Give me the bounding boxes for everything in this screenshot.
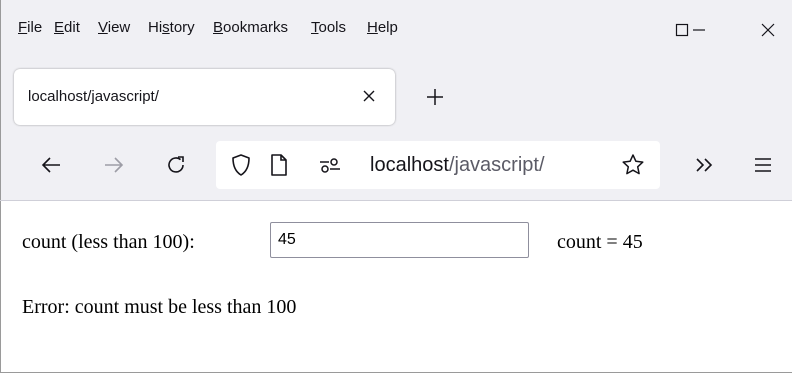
menu-bar: File Edit View History Bookmarks Tools H… xyxy=(1,0,792,62)
url-bar[interactable]: localhost/javascript/ xyxy=(216,141,660,189)
bookmark-star-icon xyxy=(622,154,644,175)
menu-history[interactable]: History xyxy=(148,19,195,37)
overflow-chevrons-icon xyxy=(696,158,713,172)
menu-view[interactable]: View xyxy=(98,19,130,37)
reload-icon xyxy=(168,156,184,173)
tab-active[interactable]: localhost/javascript/ xyxy=(14,69,395,125)
hamburger-menu-icon xyxy=(755,158,771,172)
app-menu-button[interactable] xyxy=(745,147,781,183)
shield-icon xyxy=(232,154,250,176)
menu-file[interactable]: File xyxy=(18,19,42,37)
menu-edit[interactable]: Edit xyxy=(54,19,80,37)
permissions-icon xyxy=(320,158,340,173)
reload-button[interactable] xyxy=(158,147,194,183)
url-text: localhost/javascript/ xyxy=(370,154,545,176)
count-input[interactable]: 45 xyxy=(270,222,529,258)
menu-tools[interactable]: Tools xyxy=(311,19,346,37)
plus-icon xyxy=(427,89,443,105)
bookmark-star-button[interactable] xyxy=(621,153,645,177)
back-button[interactable] xyxy=(33,147,69,183)
back-icon xyxy=(41,157,60,173)
new-tab-button[interactable] xyxy=(420,82,450,112)
forward-icon xyxy=(105,157,124,173)
tab-title: localhost/javascript/ xyxy=(28,88,159,105)
permissions-button[interactable] xyxy=(318,156,342,174)
page-content: count (less than 100): 45 count = 45 Err… xyxy=(1,201,792,372)
error-message: Error: count must be less than 100 xyxy=(22,296,297,318)
menu-help[interactable]: Help xyxy=(367,19,398,37)
forward-button[interactable] xyxy=(96,147,132,183)
menu-bookmarks[interactable]: Bookmarks xyxy=(213,19,288,37)
browser-chrome: File Edit View History Bookmarks Tools H… xyxy=(1,0,792,200)
maximize-button[interactable] xyxy=(659,10,705,50)
navigation-toolbar: localhost/javascript/ xyxy=(1,131,792,200)
close-icon xyxy=(363,90,375,102)
count-display: count = 45 xyxy=(557,231,643,253)
page-icon xyxy=(271,154,287,176)
tracking-protection-button[interactable] xyxy=(230,153,252,177)
site-info-button[interactable] xyxy=(269,153,289,177)
close-icon xyxy=(761,23,775,37)
close-window-button[interactable] xyxy=(745,10,791,50)
overflow-menu-button[interactable] xyxy=(687,147,723,183)
maximize-icon xyxy=(675,23,689,37)
count-label: count (less than 100): xyxy=(22,231,195,253)
tab-close-button[interactable] xyxy=(356,83,382,109)
